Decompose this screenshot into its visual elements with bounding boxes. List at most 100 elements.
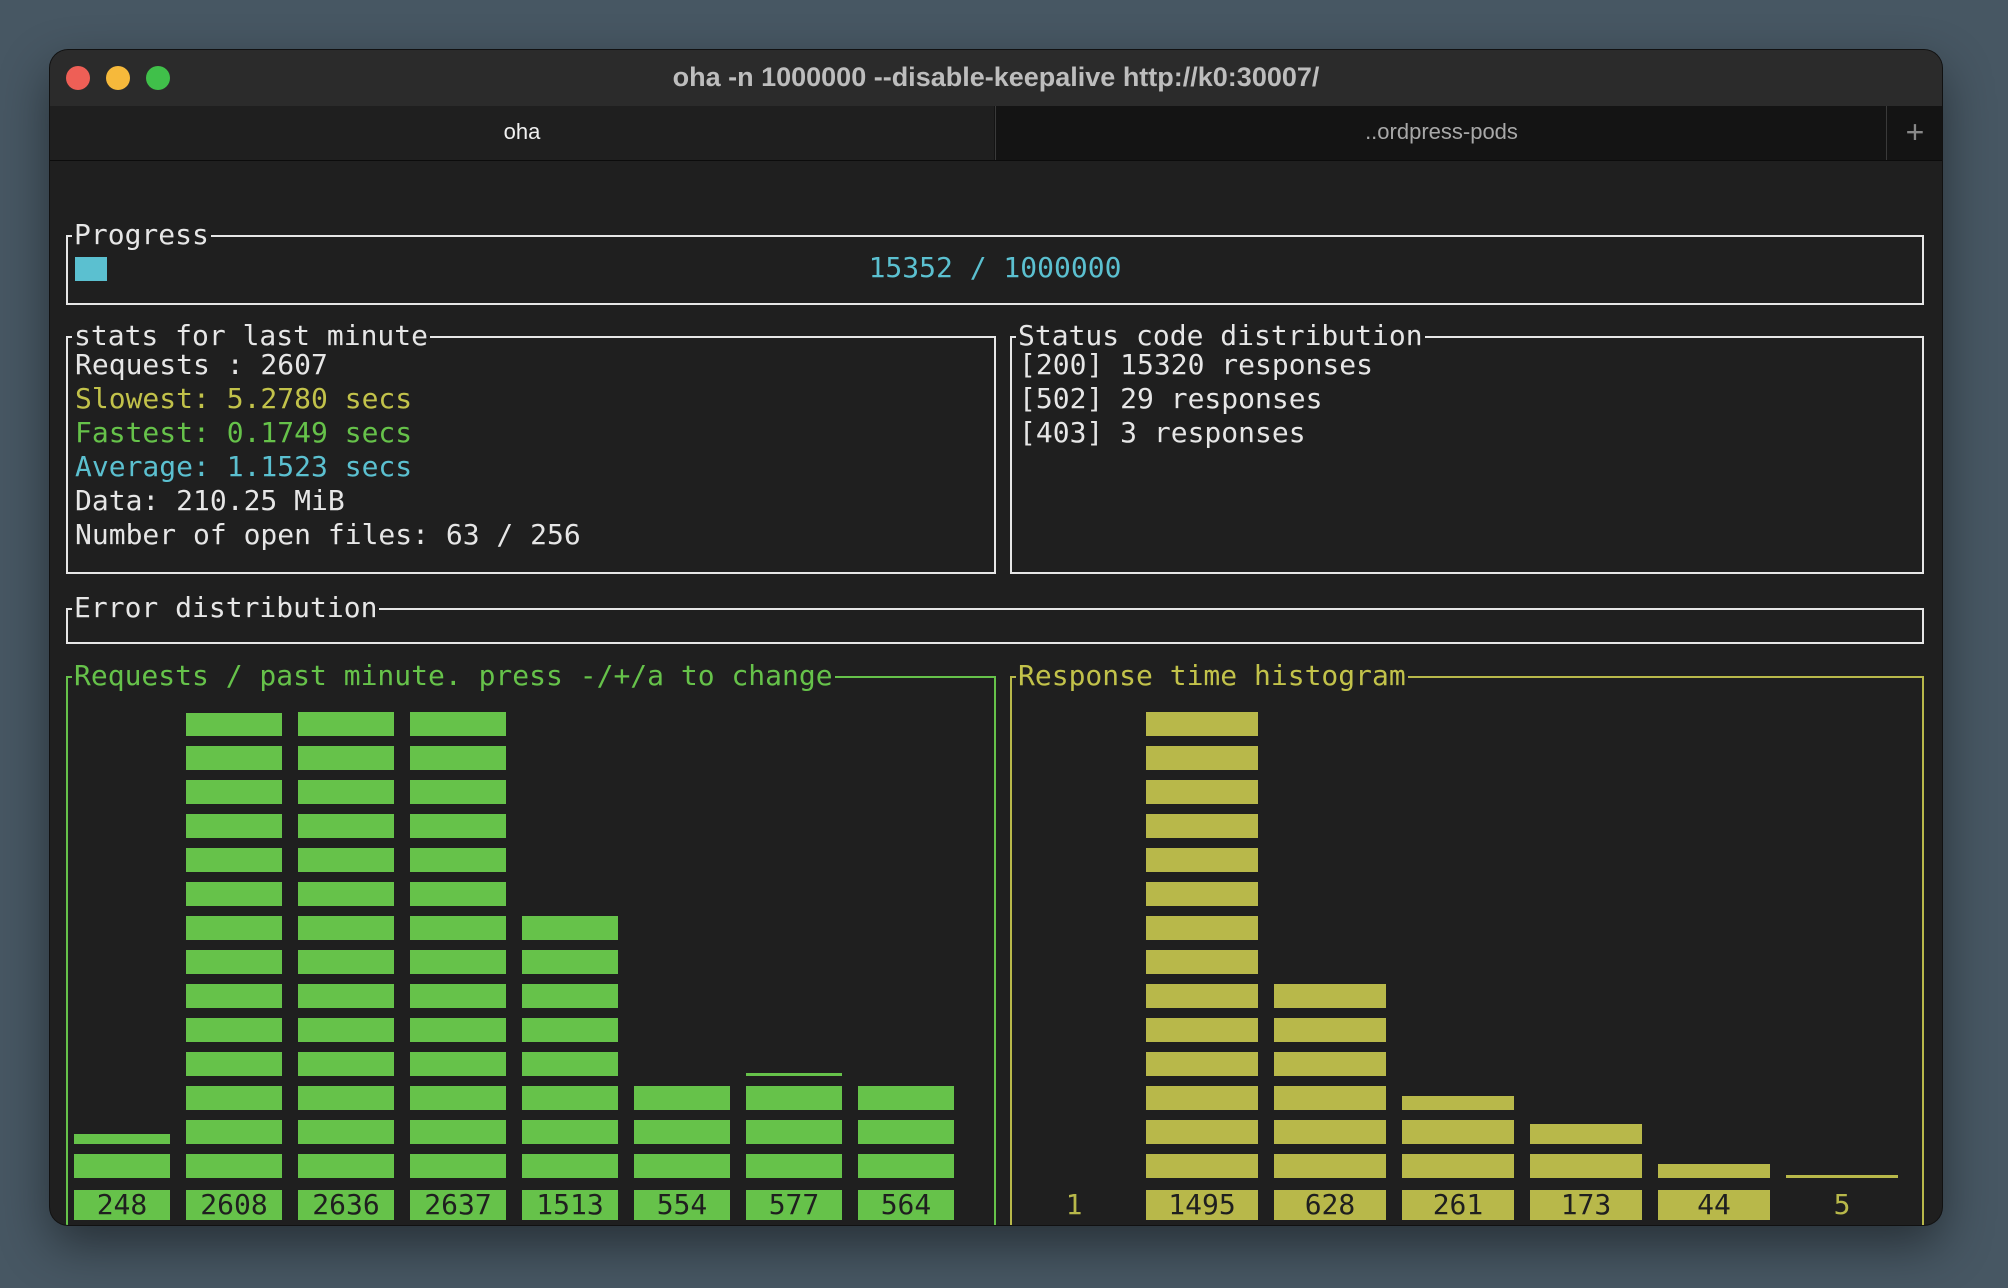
bar-segment — [298, 1018, 394, 1042]
bar-segment — [410, 1120, 506, 1144]
bar-segment — [410, 746, 506, 770]
bar-segment — [858, 1154, 954, 1178]
category-label: 1m — [196, 1224, 276, 1226]
bar-segment — [298, 916, 394, 940]
tab-bar: oha ..ordpress-pods + — [50, 106, 1942, 161]
bar-segment — [522, 916, 618, 940]
histogram-panel: Response time histogram 10.174914951.025… — [1010, 660, 1924, 1225]
bar-segment — [410, 1154, 506, 1178]
bar-segment — [634, 1154, 730, 1178]
bar-segment — [1274, 1018, 1386, 1042]
bar-segment — [1274, 984, 1386, 1008]
bar-5m — [634, 678, 730, 1178]
bar-value-label: 248 — [74, 1190, 170, 1220]
bar-segment — [1530, 1123, 1642, 1144]
title-bar: oha -n 1000000 --disable-keepalive http:… — [50, 50, 1942, 106]
bar-segment — [1146, 984, 1258, 1008]
error-panel: Error distribution — [66, 592, 1924, 644]
slowest-time: Slowest: 5.2780 secs — [75, 382, 413, 415]
bar-segment — [298, 882, 394, 906]
bar-segment — [522, 1086, 618, 1110]
bar-4m — [522, 678, 618, 1178]
bar-2.7265 — [1402, 678, 1514, 1178]
bar-segment — [410, 984, 506, 1008]
bar-segment — [1146, 1086, 1258, 1110]
bar-segment — [522, 1018, 618, 1042]
tab-oha[interactable]: oha — [50, 106, 994, 160]
status-code-panel: Status code distribution [200] 15320 res… — [1010, 320, 1924, 574]
bar-segment — [298, 1120, 394, 1144]
bar-segment — [746, 1120, 842, 1144]
bar-segment — [634, 1120, 730, 1144]
bar-value-label: 5 — [1833, 1188, 1851, 1221]
bar-segment — [186, 1154, 282, 1178]
bar-segment — [1274, 1120, 1386, 1144]
category-label: 0m — [84, 1224, 164, 1226]
bar-segment — [298, 1052, 394, 1076]
bar-value-label: 2637 — [410, 1190, 506, 1220]
bar-segment — [298, 1154, 394, 1178]
bar-segment — [1146, 814, 1258, 838]
bar-segment — [522, 984, 618, 1008]
bar-value-label: 1513 — [522, 1190, 618, 1220]
bar-segment — [1274, 1052, 1386, 1076]
progress-text: 15352 / 1000000 — [868, 251, 1122, 284]
new-tab-button[interactable]: + — [1886, 106, 1942, 160]
bar-segment — [298, 1086, 394, 1110]
bar-segment — [1146, 1120, 1258, 1144]
error-title: Error distribution — [72, 591, 380, 624]
bar-segment — [186, 950, 282, 974]
bar-6m — [746, 678, 842, 1178]
bar-segment — [634, 1086, 730, 1110]
bar-segment — [186, 814, 282, 838]
bar-segment — [746, 1073, 842, 1076]
stats-panel: stats for last minute Requests : 2607 Sl… — [66, 320, 996, 574]
bar-segment — [410, 712, 506, 736]
bar-segment — [410, 1086, 506, 1110]
progress-title: Progress — [72, 218, 211, 251]
bar-segment — [186, 984, 282, 1008]
status-403-line: [403] 3 responses — [1019, 416, 1306, 449]
category-label: 7m — [868, 1224, 948, 1226]
category-label: 4.4275 — [1650, 1224, 1778, 1226]
open-files: Number of open files: 63 / 256 — [75, 518, 581, 551]
bar-segment — [1146, 950, 1258, 974]
bar-value-label: 564 — [858, 1190, 954, 1220]
bar-value-label: 173 — [1530, 1190, 1642, 1220]
bar-0m — [74, 678, 170, 1178]
terminal-content[interactable]: Progress 15352 / 1000000 stats for last … — [50, 160, 1942, 1225]
progress-panel: Progress 15352 / 1000000 — [66, 219, 1924, 305]
bar-segment — [298, 780, 394, 804]
bar-5.2780 — [1786, 678, 1898, 1178]
bar-segment — [746, 1086, 842, 1110]
category-label: 1.8759 — [1266, 1224, 1394, 1226]
bar-value-label: 2636 — [298, 1190, 394, 1220]
bar-7m — [858, 678, 954, 1178]
bar-segment — [186, 882, 282, 906]
fastest-time: Fastest: 0.1749 secs — [75, 416, 413, 449]
average-time: Average: 1.1523 secs — [75, 450, 413, 483]
data-size: Data: 210.25 MiB — [75, 484, 345, 517]
bar-segment — [186, 1120, 282, 1144]
bar-segment — [1402, 1120, 1514, 1144]
bar-segment — [1146, 780, 1258, 804]
bar-3.5770 — [1530, 678, 1642, 1178]
bar-1.8759 — [1274, 678, 1386, 1178]
requests-chart-panel: Requests / past minute. press -/+/a to c… — [66, 660, 996, 1226]
bar-segment — [186, 1086, 282, 1110]
bar-segment — [410, 814, 506, 838]
bar-value-label: 554 — [634, 1190, 730, 1220]
bar-2m — [298, 678, 394, 1178]
bar-segment — [186, 713, 282, 736]
bar-value-label: 577 — [746, 1190, 842, 1220]
bar-segment — [522, 1120, 618, 1144]
bar-segment — [410, 916, 506, 940]
bar-segment — [1658, 1164, 1770, 1178]
category-label: 2m — [308, 1224, 388, 1226]
bar-segment — [522, 1154, 618, 1178]
bar-segment — [1274, 1086, 1386, 1110]
bar-segment — [186, 916, 282, 940]
bar-segment — [298, 712, 394, 736]
tab-wordpress-pods[interactable]: ..ordpress-pods — [995, 106, 1887, 160]
histogram-chart: 1 0.1749 1495 1.0254 628 1.8759 261 2.7265 173 3.… — [1012, 678, 1922, 1225]
